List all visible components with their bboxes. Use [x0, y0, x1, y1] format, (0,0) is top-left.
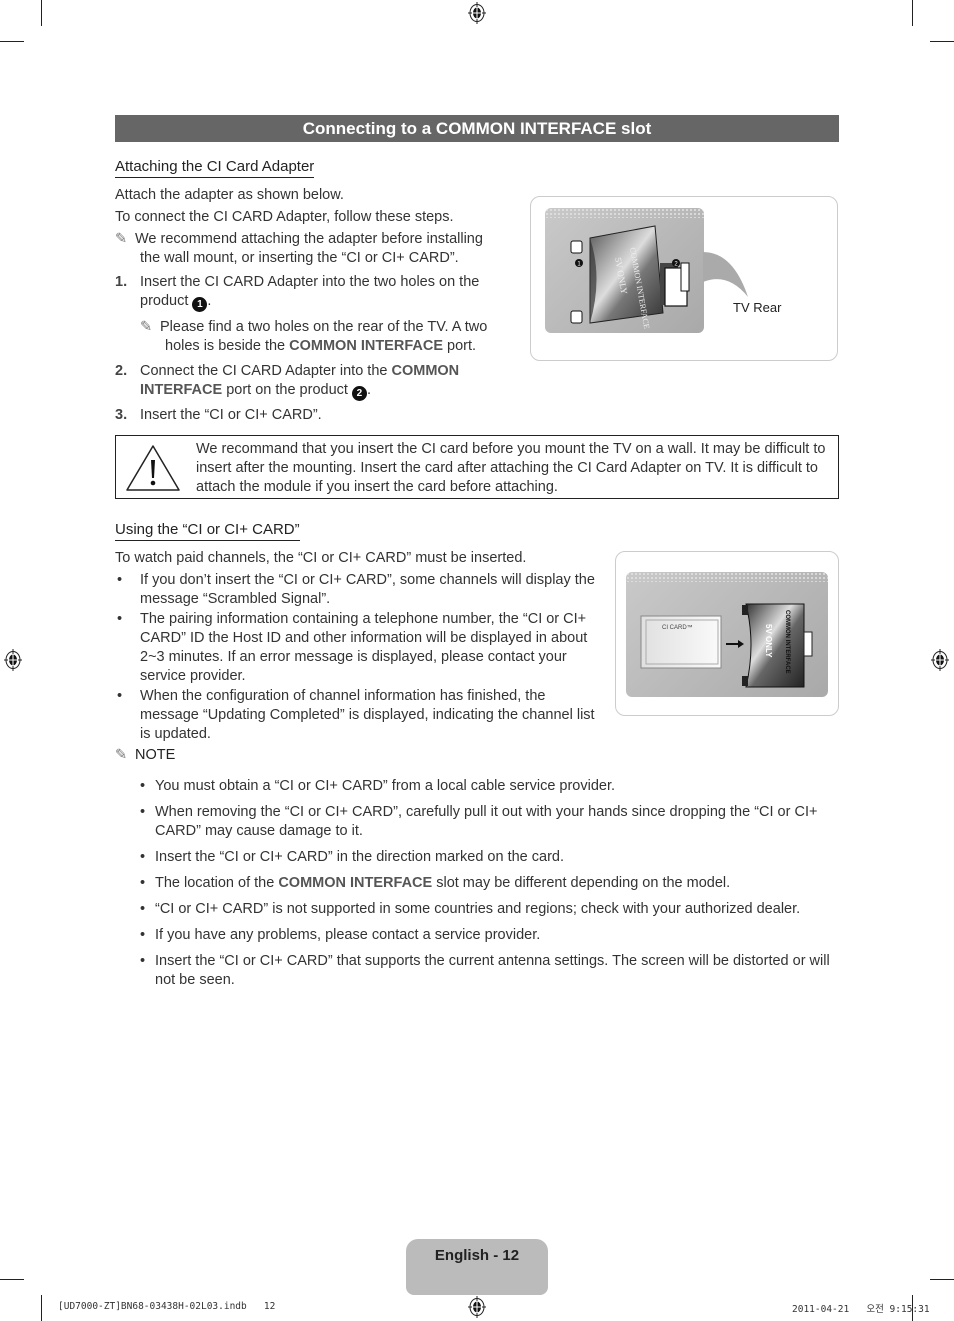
section-heading-using: Using the “CI or CI+ CARD”	[115, 521, 300, 541]
note-item: • You must obtain a “CI or CI+ CARD” from…	[140, 778, 616, 794]
pencil-note-icon: ✎	[115, 231, 128, 247]
step-bold: COMMON	[391, 363, 460, 379]
pencil-note-icon: ✎	[115, 747, 128, 763]
note-text: We recommend attaching the adapter befor…	[135, 231, 483, 247]
section-attaching-body: Attach the adapter as shown below. To co…	[115, 186, 515, 425]
warning-text: We recommand that you insert the CI card…	[196, 441, 826, 495]
figure-tv-rear: 1 2 COMMON INTERFACE 5V ONLY TV Rear	[530, 196, 838, 361]
note-item: • If you have any problems, please contac…	[140, 927, 541, 943]
figure-caption: TV Rear	[733, 300, 782, 315]
registration-mark-icon	[468, 2, 486, 24]
section-heading-attaching: Attaching the CI Card Adapter	[115, 158, 315, 178]
step-3: 3. Insert the “CI or CI+ CARD”.	[115, 406, 515, 425]
step-number: 2.	[115, 363, 128, 379]
note-text: The location of the	[155, 875, 279, 891]
note-text: port.	[443, 338, 477, 354]
step-number: 3.	[115, 407, 128, 423]
card-label: CI CARD™	[662, 624, 693, 631]
step-text: Connect the CI CARD Adapter into the	[140, 363, 392, 379]
bullet-list: • If you don’t insert the “CI or CI+ CARD…	[115, 571, 595, 744]
note-bold: COMMON INTERFACE	[278, 875, 433, 891]
step-number: 1.	[115, 274, 128, 290]
note-label: NOTE	[135, 747, 176, 763]
step-1: 1. Insert the CI CARD Adapter into the t…	[115, 273, 515, 356]
note: ✎ We recommend attaching the adapter befo…	[115, 230, 515, 268]
note-item: • Insert the “CI or CI+ CARD” in the dire…	[140, 849, 564, 865]
warning-triangle-icon	[126, 445, 180, 491]
crop-mark	[41, 0, 42, 26]
step-text: product	[140, 293, 189, 309]
intro-text: To watch paid channels, the “CI or CI+ C…	[115, 550, 527, 566]
section-using-body: To watch paid channels, the “CI or CI+ C…	[115, 549, 595, 765]
bullet-item: • If you don’t insert the “CI or CI+ CARD…	[117, 572, 595, 607]
notes-list: • You must obtain a “CI or CI+ CARD” from…	[140, 777, 840, 997]
crop-mark	[930, 41, 954, 42]
crop-mark	[0, 1279, 24, 1280]
step-text: Insert the CI CARD Adapter into the two …	[140, 274, 480, 290]
crop-mark	[0, 41, 24, 42]
figure-ci-card-insert: CI CARD™ COMMON INTERFACE 5V ONLY	[615, 551, 839, 716]
print-slug-left: [UD7000-ZT]BN68-03438H-02L03.indb 12	[58, 1301, 276, 1312]
note-item: • When removing the “CI or CI+ CARD”, car…	[140, 804, 818, 839]
intro-text: To connect the CI CARD Adapter, follow t…	[115, 209, 454, 225]
note-item: • Insert the “CI or CI+ CARD” that suppor…	[140, 953, 830, 988]
step-text: port on the product	[222, 382, 348, 398]
section-title-bar: Connecting to a COMMON INTERFACE slot	[115, 115, 839, 142]
note-text: holes is beside the	[165, 338, 290, 354]
registration-mark-icon	[931, 649, 949, 671]
note-text: Insert the “CI or CI+ CARD” that support…	[155, 953, 830, 988]
ci-adapter-illustration: 1 2 COMMON INTERFACE 5V ONLY	[570, 225, 690, 330]
page-number-tab: English - 12	[406, 1239, 548, 1295]
registration-mark-icon	[468, 1296, 486, 1318]
ci-card-illustration: CI CARD™ COMMON INTERFACE 5V ONLY	[640, 603, 813, 688]
step-2: 2. Connect the CI CARD Adapter into the …	[115, 363, 460, 401]
marker-2-icon: 2	[351, 386, 367, 401]
note-text: If you have any problems, please contact…	[155, 927, 541, 943]
figure-panel: 1 2 COMMON INTERFACE 5V ONLY	[545, 208, 704, 333]
figure-panel: CI CARD™ COMMON INTERFACE 5V ONLY	[626, 572, 828, 697]
note-text: slot may be different depending on the m…	[432, 875, 731, 891]
note-text: “CI or CI+ CARD” is not supported in som…	[155, 901, 801, 917]
step-bold: INTERFACE	[140, 382, 223, 398]
bullet-text: When the configuration of channel inform…	[140, 688, 595, 742]
bullet-text: The pairing information containing a tel…	[140, 611, 588, 684]
registration-mark-icon	[4, 649, 22, 671]
crop-mark	[912, 0, 913, 26]
marker-1-icon: 1	[192, 297, 208, 312]
print-slug-right: 2011-04-21 오전 9:15:31	[792, 1304, 930, 1315]
callout-pointer	[703, 252, 748, 297]
note-text: When removing the “CI or CI+ CARD”, care…	[155, 804, 818, 839]
warning-box: We recommand that you insert the CI card…	[115, 435, 839, 499]
bullet-text: If you don’t insert the “CI or CI+ CARD”…	[140, 572, 595, 607]
bullet-item: • The pairing information containing a te…	[117, 611, 588, 684]
note-item: • The location of the COMMON INTERFACE sl…	[140, 875, 731, 891]
note-heading: ✎ NOTE	[115, 746, 595, 765]
label-common-interface: COMMON INTERFACE	[784, 610, 790, 674]
pencil-note-icon: ✎	[140, 319, 153, 335]
intro-text: Attach the adapter as shown below.	[115, 187, 344, 203]
note-text: Please find a two holes on the rear of t…	[160, 319, 488, 335]
note-text: You must obtain a “CI or CI+ CARD” from …	[155, 778, 616, 794]
step-text: Insert the “CI or CI+ CARD”.	[140, 407, 322, 423]
note-bold: COMMON INTERFACE	[289, 338, 443, 354]
crop-mark	[930, 1279, 954, 1280]
label-5v-only: 5V ONLY	[764, 624, 773, 658]
subnote: ✎ Please find a two holes on the rear of …	[140, 318, 515, 356]
note-text: the wall mount, or inserting the “CI or …	[140, 250, 459, 266]
note-text: Insert the “CI or CI+ CARD” in the direc…	[155, 849, 564, 865]
note-item: • “CI or CI+ CARD” is not supported in so…	[140, 901, 801, 917]
bullet-item: • When the configuration of channel infor…	[117, 688, 595, 742]
crop-mark	[41, 1295, 42, 1321]
